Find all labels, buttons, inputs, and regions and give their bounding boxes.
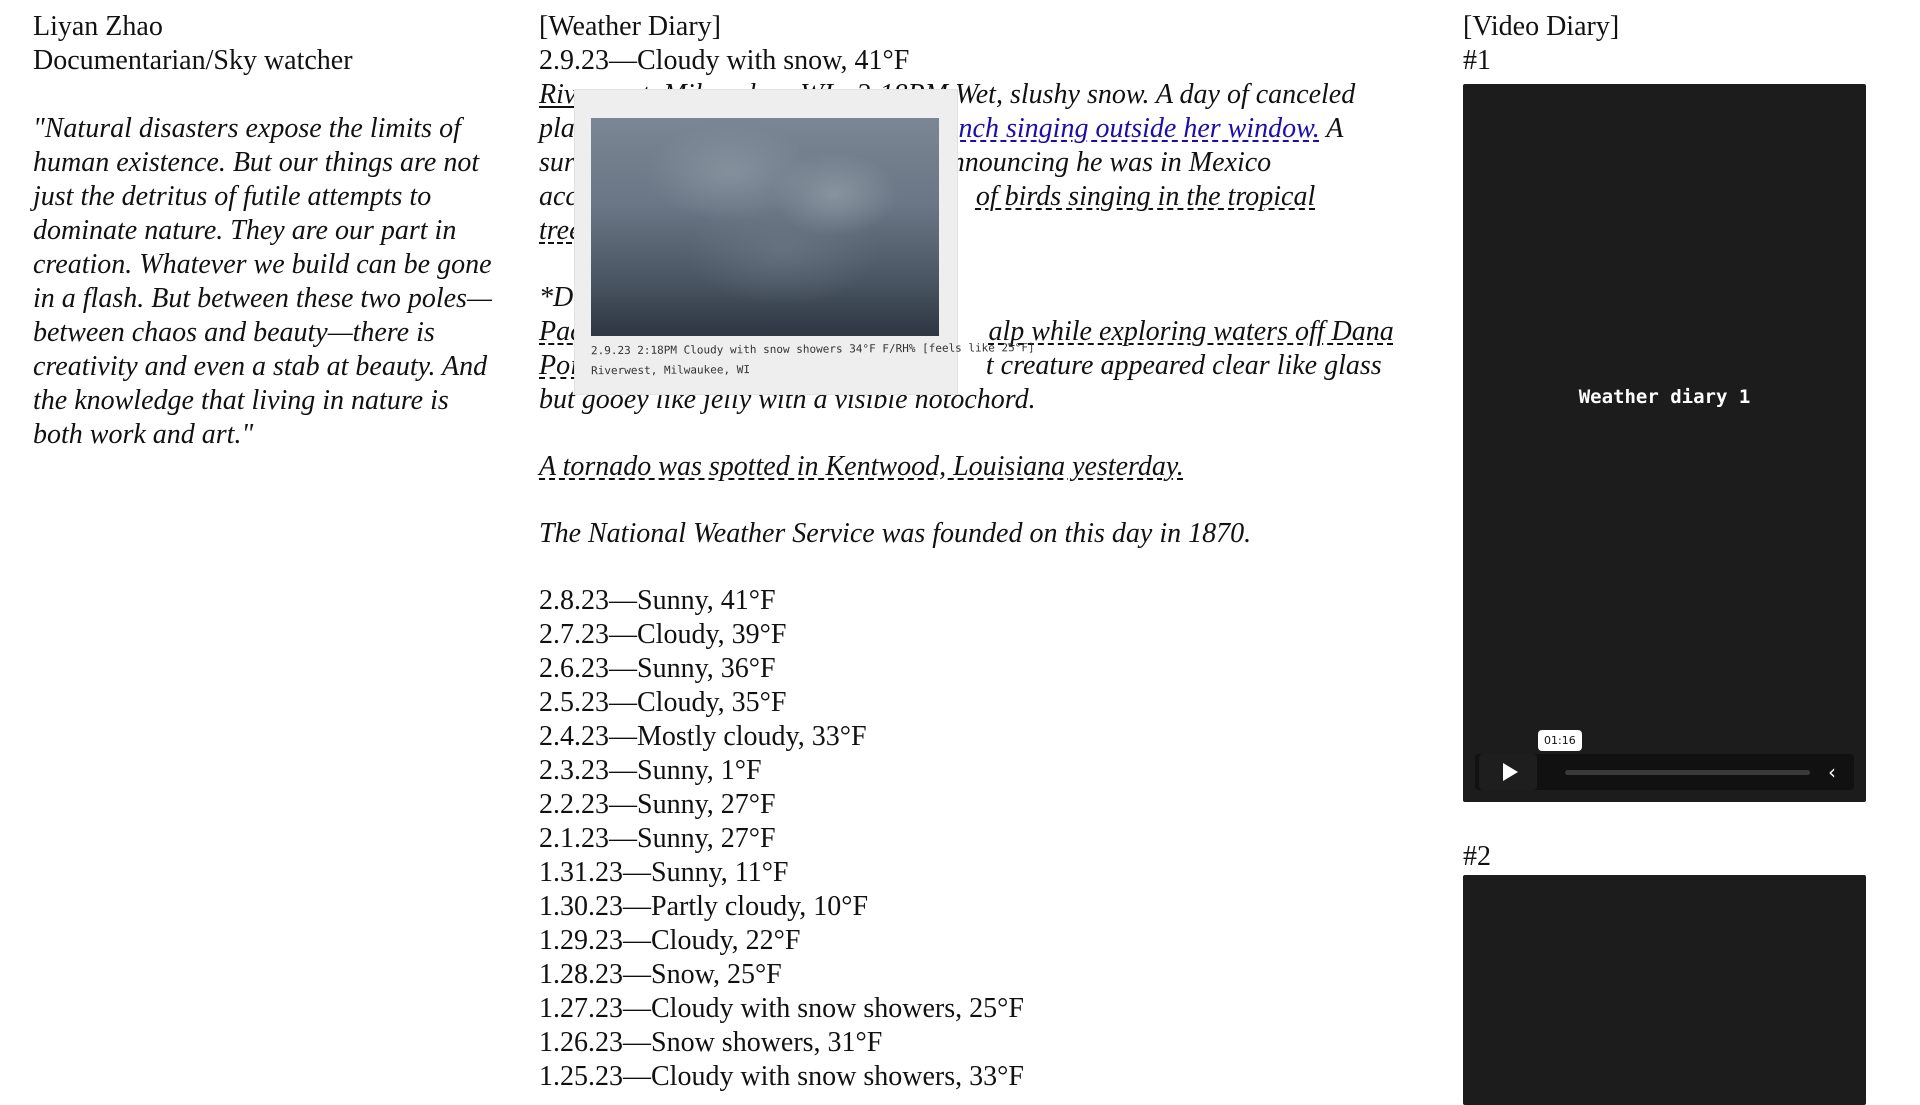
- photo-popup: 2.9.23 2:18PM Cloudy with snow showers 3…: [575, 90, 1035, 394]
- list-item[interactable]: 2.1.23—Sunny, 27°F: [539, 822, 1379, 856]
- photo-caption: 2.9.23 2:18PM Cloudy with snow showers 3…: [590, 341, 1035, 378]
- video-diary-heading: [Video Diary]: [1463, 11, 1620, 42]
- chevron-left-icon[interactable]: ‹: [1818, 758, 1846, 786]
- author-quote: "Natural disasters expose the limits of …: [33, 112, 503, 452]
- quote-line: both work and art.": [33, 419, 254, 450]
- list-item[interactable]: 2.6.23—Sunny, 36°F: [539, 652, 1379, 686]
- quote-line: creation. Whatever we build can be gone: [33, 249, 492, 280]
- video-player-2[interactable]: [1463, 875, 1866, 1105]
- list-item[interactable]: 2.8.23—Sunny, 41°F: [539, 584, 1379, 618]
- sky-photo: [591, 118, 939, 336]
- quote-line: dominate nature. They are our part in: [33, 215, 457, 246]
- nws-note: The National Weather Service was founded…: [539, 518, 1252, 549]
- quote-line: between chaos and beauty—there is: [33, 317, 435, 348]
- quote-line: just the detritus of futile attempts to: [33, 181, 432, 212]
- time-tooltip: 01:16: [1538, 730, 1582, 751]
- video-1-label: #1: [1463, 45, 1491, 76]
- quote-line: in a flash. But between these two poles—: [33, 283, 492, 314]
- weather-diary-heading: [Weather Diary]: [539, 11, 721, 42]
- quote-line: "Natural disasters expose the limits of: [33, 113, 461, 144]
- seek-bar[interactable]: [1565, 770, 1810, 775]
- author-name: Liyan Zhao: [33, 11, 163, 42]
- list-item[interactable]: 2.3.23—Sunny, 1°F: [539, 754, 1379, 788]
- video-title: Weather diary 1: [1578, 386, 1751, 408]
- play-button[interactable]: [1479, 754, 1537, 790]
- list-item[interactable]: 1.27.23—Cloudy with snow showers, 25°F: [539, 992, 1379, 1026]
- video-2-label: #2: [1463, 841, 1491, 872]
- profile-column: Liyan Zhao Documentarian/Sky watcher "Na…: [33, 10, 503, 452]
- list-item[interactable]: 1.29.23—Cloudy, 22°F: [539, 924, 1379, 958]
- list-item[interactable]: 1.30.23—Partly cloudy, 10°F: [539, 890, 1379, 924]
- current-entry-title: 2.9.23—Cloudy with snow, 41°F: [539, 45, 910, 76]
- quote-line: the knowledge that living in nature is: [33, 385, 449, 416]
- birds-singing-link[interactable]: of birds singing in the tropical: [976, 181, 1315, 212]
- list-item[interactable]: 1.28.23—Snow, 25°F: [539, 958, 1379, 992]
- video-controls: ‹: [1475, 754, 1854, 790]
- quote-line: human existence. But our things are not: [33, 147, 480, 178]
- play-icon: [1502, 763, 1518, 781]
- list-item[interactable]: 1.31.23—Sunny, 11°F: [539, 856, 1379, 890]
- finch-singing-link[interactable]: inch singing outside her window.: [951, 113, 1320, 144]
- entry-list: 2.8.23—Sunny, 41°F 2.7.23—Cloudy, 39°F 2…: [539, 584, 1379, 1094]
- video-player-1[interactable]: Weather diary 1 01:16 ‹: [1463, 84, 1866, 802]
- list-item[interactable]: 2.4.23—Mostly cloudy, 33°F: [539, 720, 1379, 754]
- list-item[interactable]: 2.2.23—Sunny, 27°F: [539, 788, 1379, 822]
- list-item[interactable]: 1.25.23—Cloudy with snow showers, 33°F: [539, 1060, 1379, 1094]
- list-item[interactable]: 2.5.23—Cloudy, 35°F: [539, 686, 1379, 720]
- tornado-link[interactable]: A tornado was spotted in Kentwood, Louis…: [539, 451, 1184, 482]
- list-item[interactable]: 2.7.23—Cloudy, 39°F: [539, 618, 1379, 652]
- author-role: Documentarian/Sky watcher: [33, 45, 353, 76]
- video-diary-column: [Video Diary] #1 Weather diary 1 01:16 ‹…: [1463, 10, 1883, 1105]
- quote-line: creativity and even a stab at beauty. An…: [33, 351, 488, 382]
- list-item[interactable]: 1.26.23—Snow showers, 31°F: [539, 1026, 1379, 1060]
- dana-point-link[interactable]: alp while exploring waters off Dana: [989, 316, 1394, 347]
